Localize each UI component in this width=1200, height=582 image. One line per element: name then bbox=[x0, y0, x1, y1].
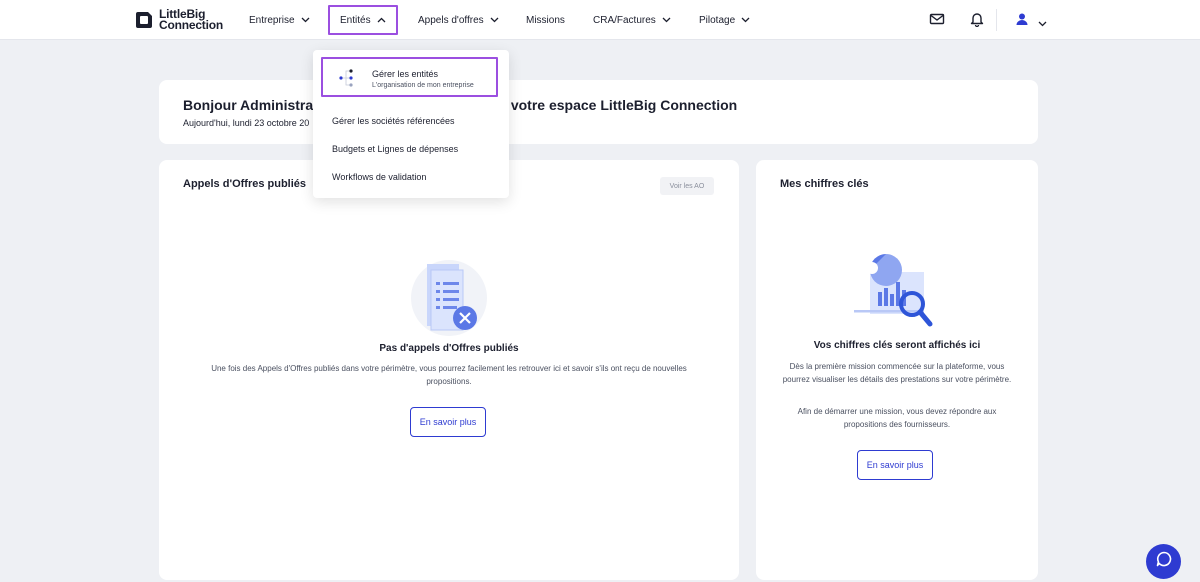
nav-appels-offres-label: Appels d'offres bbox=[418, 14, 484, 26]
nav-entreprise-label: Entreprise bbox=[249, 14, 295, 26]
chevron-down-icon bbox=[662, 15, 671, 25]
menu-item-societes-referencees[interactable]: Gérer les sociétés référencées bbox=[332, 116, 455, 126]
ao-empty-title: Pas d'appels d'Offres publiés bbox=[379, 343, 519, 354]
menu-item-budgets[interactable]: Budgets et Lignes de dépenses bbox=[332, 144, 458, 154]
nav-missions[interactable]: Missions bbox=[516, 5, 575, 35]
chevron-down-icon bbox=[301, 15, 310, 25]
org-chart-icon bbox=[337, 67, 357, 92]
appels-offres-card: Appels d'Offres publiés Voir les AO Pas … bbox=[159, 160, 739, 580]
menu-item-gerer-entites-sublabel: L'organisation de mon entreprise bbox=[372, 82, 474, 89]
page-scrollbar[interactable] bbox=[1192, 40, 1200, 582]
kpi-card-title: Mes chiffres clés bbox=[780, 178, 869, 190]
nav-cra-factures[interactable]: CRA/Factures bbox=[583, 5, 681, 35]
chat-icon bbox=[1155, 550, 1173, 573]
mail-icon[interactable] bbox=[929, 11, 947, 29]
nav-entreprise[interactable]: Entreprise bbox=[239, 5, 320, 35]
chevron-down-icon bbox=[490, 15, 499, 25]
menu-item-gerer-entites-label: Gérer les entités bbox=[372, 69, 439, 79]
menu-item-workflows[interactable]: Workflows de validation bbox=[332, 172, 426, 182]
welcome-card: Bonjour Administra sur votre espace Littl… bbox=[159, 80, 1038, 144]
chevron-down-icon bbox=[741, 15, 750, 25]
ao-empty-text: Une fois des Appels d'Offres publiés dan… bbox=[211, 364, 687, 386]
nav-entites-label: Entités bbox=[340, 14, 371, 26]
ao-card-title: Appels d'Offres publiés bbox=[183, 178, 307, 190]
analytics-illustration-icon bbox=[850, 252, 942, 332]
menu-item-gerer-entites[interactable]: Gérer les entités L'organisation de mon … bbox=[321, 57, 498, 97]
key-figures-card: Mes chiffres clés Vos chiffres clés sero… bbox=[756, 160, 1038, 580]
ao-learn-more-button[interactable]: En savoir plus bbox=[410, 407, 486, 437]
nav-cra-factures-label: CRA/Factures bbox=[593, 14, 656, 26]
toolbar-separator bbox=[996, 9, 997, 31]
chevron-up-icon bbox=[377, 15, 386, 25]
kpi-empty-title: Vos chiffres clés seront affichés ici bbox=[813, 340, 981, 351]
nav-pilotage-label: Pilotage bbox=[699, 14, 736, 26]
brand-name: LittleBig Connection bbox=[159, 7, 223, 32]
nav-appels-offres[interactable]: Appels d'offres bbox=[408, 5, 509, 35]
entites-dropdown-menu: Gérer les entités L'organisation de mon … bbox=[313, 50, 509, 198]
bell-icon[interactable] bbox=[969, 11, 987, 29]
chat-button[interactable] bbox=[1146, 544, 1181, 579]
see-all-ao-button[interactable]: Voir les AO bbox=[660, 177, 714, 195]
brand-logo-mark bbox=[134, 10, 154, 30]
brand-logo[interactable]: LittleBig Connection bbox=[134, 7, 223, 32]
kpi-empty-text-1: Dès la première mission commencée sur la… bbox=[782, 362, 1012, 384]
nav-entites[interactable]: Entités bbox=[328, 5, 398, 35]
top-navigation-bar: LittleBig Connection Entreprise Entités … bbox=[0, 0, 1200, 40]
nav-pilotage[interactable]: Pilotage bbox=[689, 5, 760, 35]
document-illustration-icon bbox=[409, 258, 489, 338]
chevron-down-icon[interactable] bbox=[1038, 14, 1056, 32]
kpi-empty-text-2: Afin de démarrer une mission, vous devez… bbox=[797, 407, 997, 429]
nav-missions-label: Missions bbox=[526, 14, 565, 26]
kpi-learn-more-button[interactable]: En savoir plus bbox=[857, 450, 933, 480]
user-icon[interactable] bbox=[1014, 11, 1032, 29]
welcome-date: Aujourd'hui, lundi 23 octobre 20 bbox=[183, 118, 310, 128]
